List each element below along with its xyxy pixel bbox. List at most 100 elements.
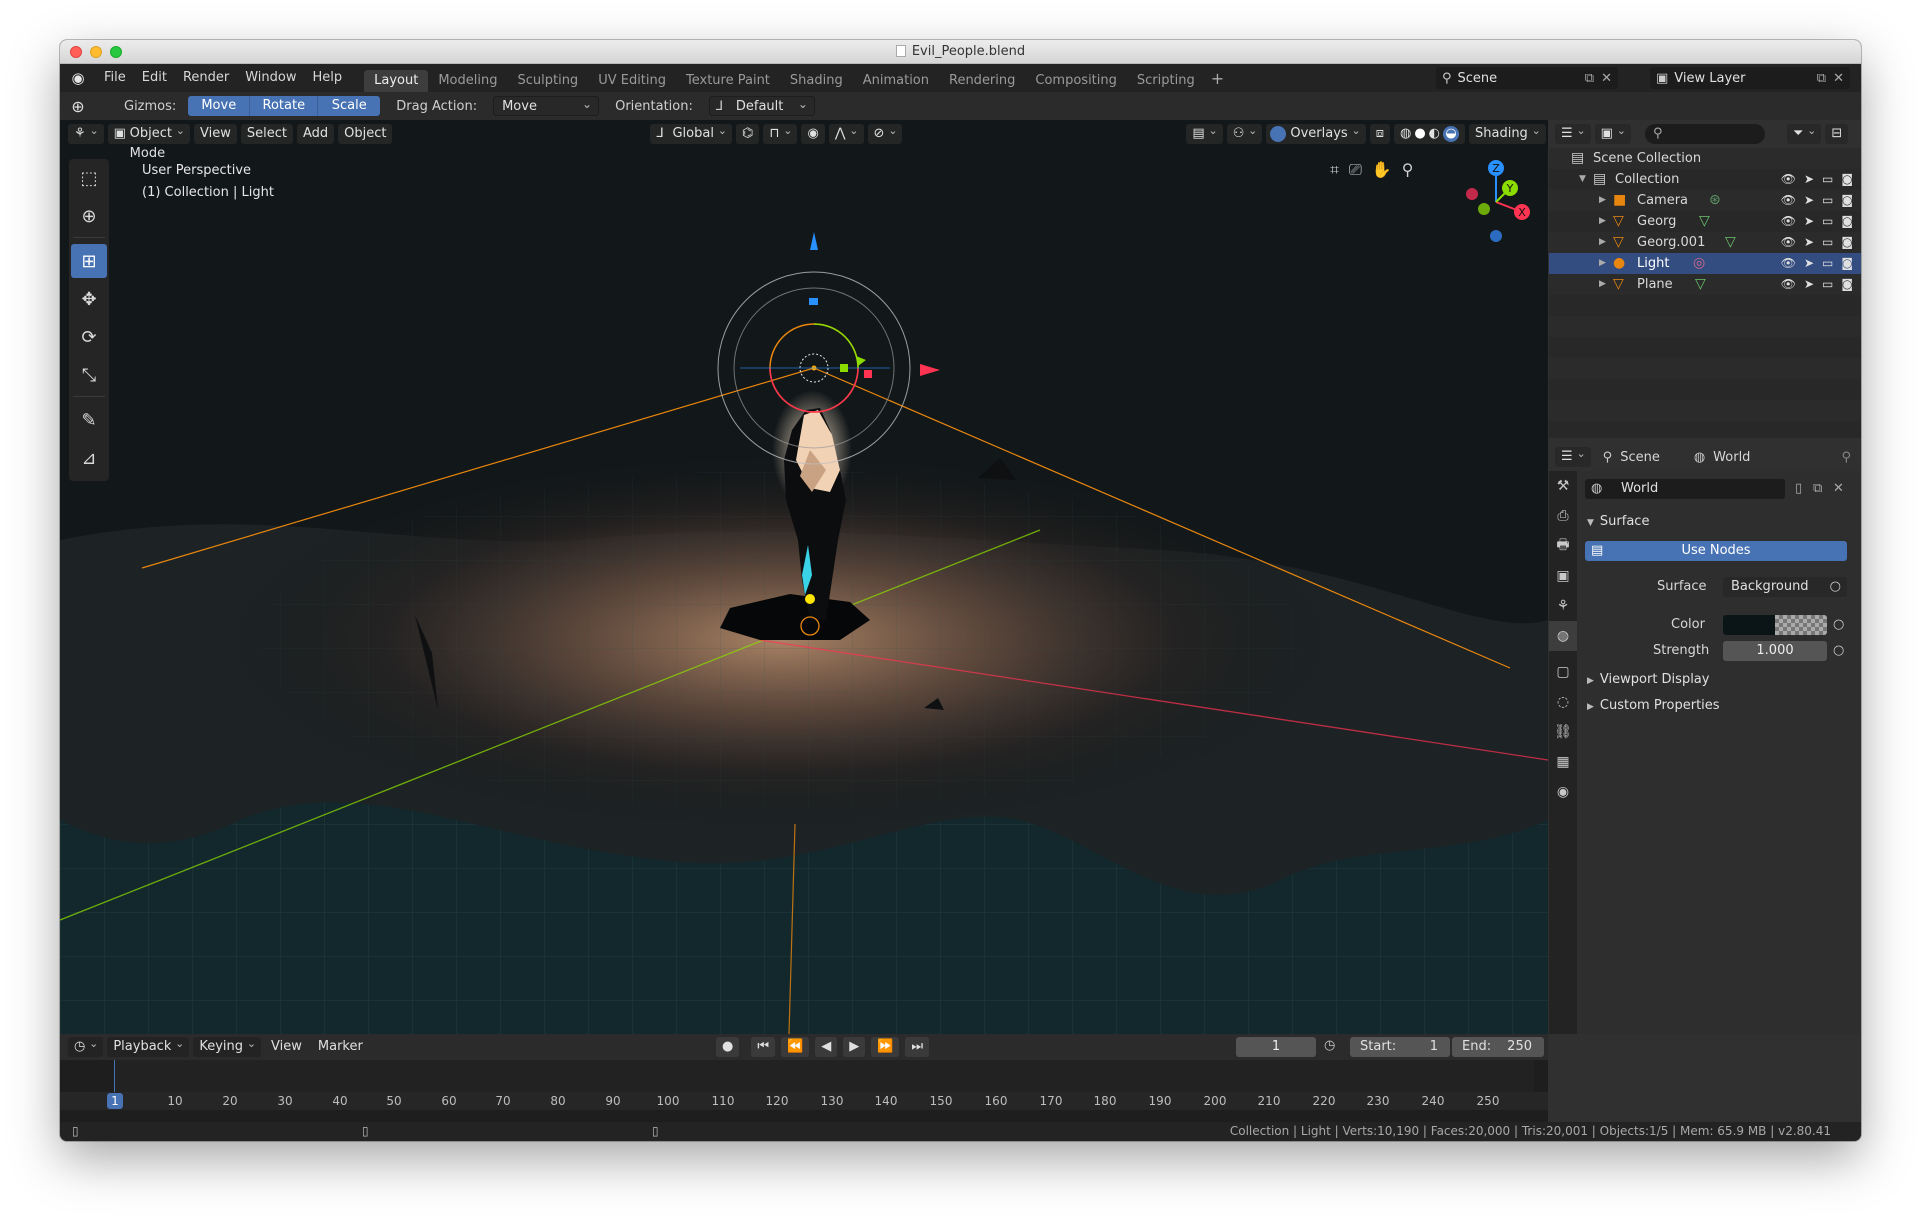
strength-field[interactable]: 1.000: [1723, 641, 1827, 661]
toggle-perspective-icon[interactable]: ⌗: [1330, 160, 1339, 180]
display-mode-icon[interactable]: ▣: [1594, 121, 1631, 144]
jump-end-icon[interactable]: ⏭: [905, 1037, 930, 1057]
viewport-menu-add[interactable]: Add: [296, 124, 335, 144]
outliner-row-georg[interactable]: ▶ ▽ Georg ▽ 👁 ➤ ▭ ◙: [1549, 211, 1861, 232]
jump-start-icon[interactable]: ⏮: [751, 1037, 776, 1057]
viewport-display-icon[interactable]: ▭: [1822, 211, 1833, 232]
scene-tab-icon[interactable]: ⚘: [1549, 591, 1577, 621]
link-icon[interactable]: ⊘: [867, 121, 903, 144]
orientation-dropdown[interactable]: ⅃ Default: [708, 94, 815, 116]
workspace-tab-animation[interactable]: Animation: [853, 70, 939, 92]
measure-tool-icon[interactable]: ⊿: [71, 441, 107, 475]
neg-y-axis-handle[interactable]: [1478, 203, 1490, 215]
texture-tab-icon[interactable]: ▦: [1549, 747, 1577, 777]
object-mode-dropdown[interactable]: ▣ Object Mode: [107, 121, 190, 161]
light-data-icon[interactable]: ◎: [1693, 253, 1705, 274]
timeline-menu-view[interactable]: View: [265, 1037, 308, 1057]
surface-shader-field[interactable]: Background ○: [1723, 577, 1847, 597]
outliner-editor-type-icon[interactable]: ☰: [1555, 121, 1591, 144]
pivot-point-icon[interactable]: ⌬: [735, 124, 760, 144]
timeline-editor-type-icon[interactable]: ◷: [68, 1034, 104, 1057]
output-tab-icon[interactable]: 🖶: [1549, 531, 1577, 561]
outliner-row-plane[interactable]: ▶ ▽ Plane ▽ 👁 ➤ ▭ ◙: [1549, 274, 1861, 295]
render-tab-icon[interactable]: ⎙: [1549, 501, 1577, 531]
timeline-menu-playback[interactable]: Playback: [107, 1034, 190, 1057]
timeline-track-area[interactable]: [114, 1060, 1534, 1092]
mesh-data-icon[interactable]: ▽: [1699, 211, 1710, 232]
expand-arrow-icon[interactable]: ▶: [1599, 211, 1606, 232]
workspace-tab-rendering[interactable]: Rendering: [939, 70, 1025, 92]
active-tool-icon[interactable]: ⊕: [60, 97, 96, 116]
drag-action-dropdown[interactable]: Move: [493, 94, 600, 116]
shading-dropdown[interactable]: Shading: [1469, 121, 1546, 144]
play-icon[interactable]: ▶: [843, 1037, 866, 1057]
rotate-tool-icon[interactable]: ⟳: [71, 320, 107, 354]
selectable-icon[interactable]: ➤: [1804, 211, 1814, 232]
render-icon[interactable]: ◙: [1841, 253, 1853, 274]
eye-icon[interactable]: 👁: [1781, 232, 1796, 253]
render-icon[interactable]: ◙: [1841, 232, 1853, 253]
render-icon[interactable]: ◙: [1841, 211, 1853, 232]
outliner-row-georg-001[interactable]: ▶ ▽ Georg.001 ▽ 👁 ➤ ▭ ◙: [1549, 232, 1861, 253]
expand-arrow-icon[interactable]: ▶: [1599, 253, 1606, 274]
annotate-tool-icon[interactable]: ✎: [71, 403, 107, 437]
pan-view-icon[interactable]: ✋: [1372, 160, 1392, 180]
eye-icon[interactable]: 👁: [1781, 169, 1796, 190]
eye-icon[interactable]: 👁: [1781, 253, 1796, 274]
outliner-filter-icon[interactable]: ⏷: [1786, 121, 1822, 144]
new-scene-icon[interactable]: ⧉: [1585, 71, 1594, 86]
camera-view-icon[interactable]: ⎚: [1349, 160, 1362, 180]
proportional-edit-icon[interactable]: ◉: [801, 124, 825, 144]
view-layer-selector[interactable]: ▣ View Layer ⧉ ✕: [1650, 67, 1850, 89]
workspace-tab-texture-paint[interactable]: Texture Paint: [676, 70, 780, 92]
delete-scene-icon[interactable]: ✕: [1601, 71, 1612, 86]
delete-view-layer-icon[interactable]: ✕: [1833, 71, 1844, 86]
selectable-icon[interactable]: ➤: [1804, 274, 1814, 295]
jump-keyframe-back-icon[interactable]: ⏪: [781, 1037, 810, 1057]
menu-file[interactable]: File: [96, 64, 134, 92]
physics-tab-icon[interactable]: ◌: [1549, 687, 1577, 717]
gizmo-rotate-button[interactable]: Rotate: [250, 96, 319, 116]
workspace-tab-layout[interactable]: Layout: [364, 70, 429, 92]
wireframe-shading-icon[interactable]: ◍: [1400, 124, 1411, 144]
use-nodes-button[interactable]: ▤ Use Nodes: [1585, 541, 1847, 561]
menu-render[interactable]: Render: [175, 64, 237, 92]
expand-arrow-icon[interactable]: ▶: [1599, 232, 1606, 253]
lookdev-shading-icon[interactable]: ◐: [1429, 124, 1440, 144]
world-browse-icon[interactable]: ◍: [1591, 479, 1602, 499]
workspace-tab-shading[interactable]: Shading: [780, 70, 853, 92]
close-window-button[interactable]: [70, 46, 82, 58]
object-tab-icon[interactable]: ▢: [1549, 657, 1577, 687]
gizmo-move-button[interactable]: Move: [188, 96, 251, 116]
viewport-display-icon[interactable]: ▭: [1822, 232, 1833, 253]
record-icon[interactable]: ●: [716, 1037, 740, 1057]
3d-viewport[interactable]: ⚘ ▣Object Mode View Select Add Object ⅃ G…: [60, 120, 1548, 1034]
new-view-layer-icon[interactable]: ⧉: [1817, 71, 1826, 86]
start-frame-field[interactable]: Start: 1: [1350, 1037, 1450, 1057]
render-icon[interactable]: ◙: [1841, 274, 1853, 295]
gizmo-visibility-icon[interactable]: ⚇: [1226, 121, 1263, 144]
xray-toggle-icon[interactable]: ⧈: [1369, 124, 1390, 144]
snap-icon[interactable]: ⊓: [763, 121, 798, 144]
outliner-search-input[interactable]: ⚲: [1644, 124, 1765, 144]
fake-user-icon[interactable]: ▯: [1795, 481, 1802, 496]
end-frame-field[interactable]: End: 250: [1452, 1037, 1544, 1057]
world-breadcrumb[interactable]: World: [1713, 450, 1750, 465]
selectable-icon[interactable]: ➤: [1804, 169, 1814, 190]
selectable-icon[interactable]: ➤: [1804, 190, 1814, 211]
viewport-menu-object[interactable]: Object: [338, 124, 393, 144]
current-frame-field[interactable]: 1: [1236, 1037, 1316, 1057]
menu-edit[interactable]: Edit: [134, 64, 175, 92]
camera-data-icon[interactable]: ⊛: [1709, 190, 1721, 211]
gizmo-scale-button[interactable]: Scale: [318, 96, 381, 116]
transform-tool-icon[interactable]: ⊞: [71, 244, 107, 278]
maximize-window-button[interactable]: [110, 46, 122, 58]
scene-selector[interactable]: ⚲ Scene ⧉ ✕: [1436, 67, 1618, 89]
viewport-menu-select[interactable]: Select: [240, 124, 293, 144]
viewport-display-panel-header[interactable]: ▶ Viewport Display: [1577, 667, 1861, 693]
blender-logo-icon[interactable]: ◉: [68, 68, 88, 88]
viewport-display-icon[interactable]: ▭: [1822, 190, 1833, 211]
outliner-row-light[interactable]: ▶ ● Light ◎ 👁 ➤ ▭ ◙: [1549, 253, 1861, 274]
strength-socket-icon[interactable]: ○: [1833, 643, 1844, 658]
eye-icon[interactable]: 👁: [1781, 211, 1796, 232]
